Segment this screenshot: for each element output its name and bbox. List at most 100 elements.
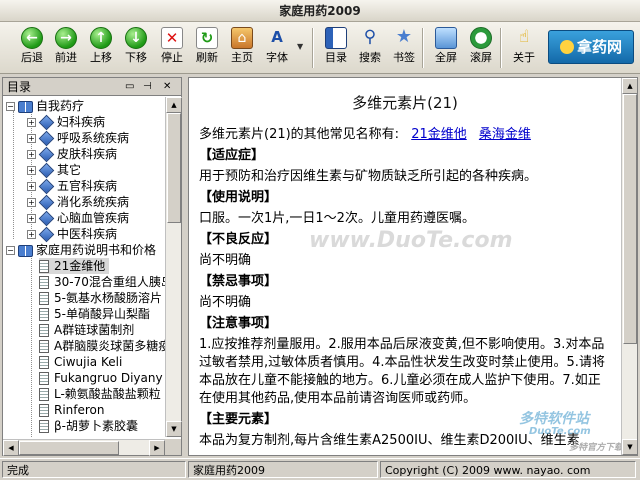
document-icon (39, 260, 49, 273)
tree-node[interactable]: + 其它 (27, 162, 81, 179)
stop-icon: ✕ (161, 27, 183, 49)
tree-leaf[interactable]: 5-氨基水杨酸肠溶片 (39, 290, 162, 306)
nayao-brand-logo[interactable]: 拿药网 (548, 30, 634, 64)
stop-button[interactable]: ✕ 停止 (154, 26, 190, 70)
move-up-button[interactable]: ↑ 上移 (83, 26, 119, 70)
tree-leaf[interactable]: Fukangruo Diyany (39, 370, 163, 386)
forward-arrow-icon: → (55, 27, 77, 49)
book-open-icon (18, 100, 33, 113)
category-gem-icon (38, 226, 55, 243)
about-icon: ☝ (518, 27, 530, 47)
expand-icon[interactable]: + (27, 230, 36, 239)
contents-button[interactable]: 目录 (318, 26, 354, 70)
expand-icon[interactable]: + (27, 134, 36, 143)
back-button[interactable]: ← 后退 (14, 26, 50, 70)
expand-icon[interactable]: + (27, 166, 36, 175)
article-pane: 多维元素片(21) 多维元素片(21)的其他常见名称有: 21金维他 桑海金维 … (188, 77, 638, 456)
tree-leaf-selected[interactable]: 21金维他 (39, 258, 110, 274)
tree-node[interactable]: + 皮肤科疾病 (27, 146, 117, 163)
scroll-down-icon[interactable]: ▼ (622, 439, 637, 455)
tree-leaf[interactable]: 5-单硝酸异山梨酯 (39, 306, 150, 322)
status-copyright: Copyright (C) 2009 www. nayao. com (380, 461, 636, 478)
section-text: 口服。一次1片,一日1～2次。儿童用药遵医嘱。 (199, 211, 475, 226)
scroll-left-icon[interactable]: ◀ (3, 440, 19, 456)
tree-leaf[interactable]: A群链球菌制剂 (39, 322, 134, 338)
category-gem-icon (38, 130, 55, 147)
section-text: 本品为复方制剂,每片含维生素A2500IU、维生素D200IU、维生素 (199, 433, 580, 448)
sidebar-vertical-scrollbar[interactable]: ▲ ▼ (165, 97, 182, 437)
document-icon (39, 404, 49, 417)
sidebar-horizontal-scrollbar[interactable]: ◀ ▶ (3, 439, 165, 456)
search-icon: ⚲ (363, 27, 377, 47)
refresh-button[interactable]: ↻ 刷新 (189, 26, 225, 70)
fullscreen-button[interactable]: 全屏 (428, 26, 464, 70)
document-icon (39, 276, 49, 289)
about-button[interactable]: ☝ 关于 (506, 26, 542, 70)
contents-sidebar: 目录 ▭ ⊣ ✕ − 自我药疗 + 妇科疾病 + 呼吸系统疾病 + 皮肤科疾病 + 其它 … (2, 77, 182, 456)
alias-link[interactable]: 21金维他 (411, 127, 467, 142)
category-gem-icon (38, 210, 55, 227)
fullscreen-icon (435, 27, 457, 49)
scroll-thumb[interactable] (167, 113, 181, 223)
collapse-icon[interactable]: − (6, 102, 15, 111)
tree-leaf[interactable]: A群脑膜炎球菌多糖疫苗 (39, 338, 165, 354)
up-arrow-icon: ↑ (90, 27, 112, 49)
section-heading: 【不良反应】 (199, 232, 278, 247)
tree-node[interactable]: + 五官科疾病 (27, 178, 117, 195)
section-text: 1.应按推荐剂量服用。2.服用本品后尿液变黄,但不影响使用。3.对本品过敏者禁用… (199, 337, 605, 406)
scroll-corner (165, 439, 181, 455)
tree-leaf[interactable]: Rinferon (39, 402, 105, 418)
document-icon (39, 340, 49, 353)
sidebar-close-icon[interactable]: ✕ (163, 78, 171, 96)
scroll-thumb[interactable] (19, 441, 119, 455)
expand-icon[interactable]: + (27, 198, 36, 207)
category-gem-icon (38, 194, 55, 211)
expand-icon[interactable]: + (27, 214, 36, 223)
bookmark-star-icon: ★ (395, 26, 413, 47)
sidebar-header: 目录 ▭ ⊣ ✕ (3, 78, 181, 96)
scroll-up-icon[interactable]: ▲ (166, 97, 182, 113)
tree-leaf[interactable]: L-赖氨酸盐酸盐颗粒 (39, 386, 161, 402)
category-gem-icon (38, 146, 55, 163)
document-icon (39, 356, 49, 369)
font-button[interactable]: A 字体 (259, 26, 295, 70)
tree-node[interactable]: + 呼吸系统疾病 (27, 130, 129, 147)
tree-leaf[interactable]: β-胡萝卜素胶囊 (39, 418, 138, 434)
tree-node-drug-instructions[interactable]: − 家庭用药说明书和价格 (6, 242, 156, 258)
expand-icon[interactable]: + (27, 150, 36, 159)
tree-node[interactable]: + 消化系统疾病 (27, 194, 129, 211)
tree-leaf[interactable]: 30-70混合重组人胰岛素 (39, 274, 165, 290)
bookmark-button[interactable]: ★ 书签 (386, 26, 422, 70)
move-down-button[interactable]: ↓ 下移 (118, 26, 154, 70)
tree-node[interactable]: + 中医科疾病 (27, 226, 117, 243)
section-heading: 【注意事项】 (199, 316, 278, 331)
home-button[interactable]: ⌂ 主页 (224, 26, 260, 70)
scroll-thumb[interactable] (623, 94, 637, 344)
forward-button[interactable]: → 前进 (48, 26, 84, 70)
tree-node[interactable]: + 心脑血管疾病 (27, 210, 129, 227)
autoscroll-button[interactable]: 滚屏 (463, 26, 499, 70)
article-vertical-scrollbar[interactable]: ▲ ▼ (621, 78, 637, 455)
scroll-up-icon[interactable]: ▲ (622, 78, 637, 94)
tree-guide-line (13, 111, 14, 239)
scroll-right-icon[interactable]: ▶ (149, 440, 165, 456)
scroll-down-icon[interactable]: ▼ (166, 421, 182, 437)
status-text: 完成 (2, 461, 186, 478)
alias-link[interactable]: 桑海金维 (479, 127, 531, 142)
font-dropdown-arrow-icon[interactable]: ▼ (297, 42, 303, 51)
section-heading: 【禁忌事项】 (199, 274, 278, 289)
sidebar-pin-icon[interactable]: ⊣ (143, 78, 152, 96)
expand-icon[interactable]: + (27, 118, 36, 127)
collapse-icon[interactable]: − (6, 246, 15, 255)
tree-node[interactable]: + 妇科疾病 (27, 114, 105, 131)
sidebar-title: 目录 (7, 80, 32, 94)
tree-leaf[interactable]: Ciwujia Keli (39, 354, 122, 370)
expand-icon[interactable]: + (27, 182, 36, 191)
toolbar-separator (422, 28, 424, 68)
autoscroll-icon (470, 27, 492, 49)
tree-node-self-medication[interactable]: − 自我药疗 (6, 98, 84, 114)
sidebar-dock-icon[interactable]: ▭ (125, 78, 134, 96)
section-heading: 【主要元素】 (199, 412, 278, 427)
section-text: 尚不明确 (199, 295, 252, 310)
search-button[interactable]: ⚲ 搜索 (352, 26, 388, 70)
